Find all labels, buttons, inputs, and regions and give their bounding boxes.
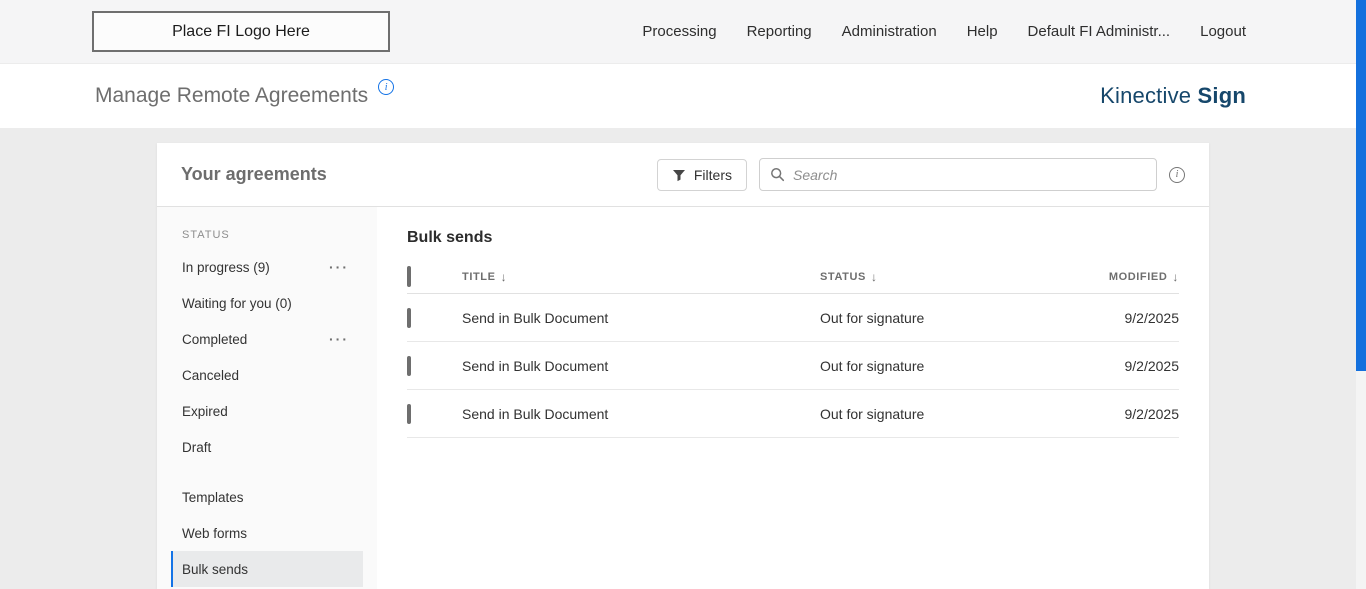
row-status: Out for signature [820,357,925,374]
column-header-status-label: STATUS [820,270,866,283]
column-header-status[interactable]: STATUS ↓ [820,270,1069,284]
row-status: Out for signature [820,309,925,326]
sidebar-item-label: Completed [182,331,248,347]
sidebar-item-label: Waiting for you (0) [182,295,292,311]
top-nav: Place FI Logo Here Processing Reporting … [0,0,1366,64]
sidebar-item-label: Expired [182,403,228,419]
overflow-menu-icon[interactable]: ··· [329,260,349,274]
nav-item-account[interactable]: Default FI Administr... [1028,23,1171,40]
agreements-card-header: Your agreements Filters i [157,143,1209,207]
row-modified: 9/2/2025 [1124,309,1180,326]
select-all-checkbox[interactable] [407,265,411,287]
column-header-title-label: TITLE [462,270,496,283]
sort-descending-icon: ↓ [1172,269,1179,284]
page-title-info-icon[interactable]: i [378,79,395,95]
table-row[interactable]: Send in Bulk Document Out for signature … [407,390,1179,438]
sidebar-item-label: Bulk sends [182,561,249,577]
row-checkbox-cell [407,355,462,376]
sidebar-item-label: Web forms [182,525,248,541]
fi-logo-placeholder: Place FI Logo Here [92,11,390,52]
bulk-sends-panel: Bulk sends TITLE ↓ STATUS ↓ MODIFIED ↓ S… [377,207,1209,589]
sort-descending-icon: ↓ [870,269,878,284]
page-title: Manage Remote Agreements [95,84,369,107]
status-sidebar: STATUS In progress (9) ··· Waiting for y… [157,207,377,589]
filter-icon [672,168,686,182]
sidebar-item-web-forms[interactable]: Web forms [157,515,377,551]
row-checkbox[interactable] [407,307,411,328]
search-icon [770,167,785,182]
row-title: Send in Bulk Document [462,405,609,422]
row-checkbox-cell [407,403,462,424]
sidebar-item-in-progress[interactable]: In progress (9) ··· [157,249,377,285]
brand-name: Kinective [1100,83,1192,108]
row-title: Send in Bulk Document [462,357,609,374]
sidebar-group-divider [157,465,377,479]
sidebar-item-bulk-sends[interactable]: Bulk sends [171,551,363,587]
fi-logo-placeholder-text: Place FI Logo Here [172,22,310,40]
filters-button[interactable]: Filters [656,158,747,191]
column-header-modified-label: MODIFIED [1108,270,1168,283]
search-input[interactable] [793,166,1146,183]
header-controls: Filters i [656,158,1185,191]
row-title: Send in Bulk Document [462,309,609,326]
nav-item-logout[interactable]: Logout [1200,23,1246,40]
overflow-menu-icon[interactable]: ··· [329,332,349,346]
sort-descending-icon: ↓ [500,269,508,284]
top-nav-items: Processing Reporting Administration Help… [642,23,1246,40]
nav-item-processing[interactable]: Processing [642,23,716,40]
select-all-cell [407,265,462,287]
agreements-title: Your agreements [181,164,327,184]
table-info-icon[interactable]: i [1169,166,1185,183]
sidebar-item-canceled[interactable]: Canceled [157,357,377,393]
scrollbar-track[interactable] [1356,0,1366,589]
sidebar-item-templates[interactable]: Templates [157,479,377,515]
sidebar-item-label: Canceled [182,367,240,383]
table-header-row: TITLE ↓ STATUS ↓ MODIFIED ↓ [407,260,1179,294]
brand-logo: Kinective Sign [1100,83,1246,109]
agreements-card-body: STATUS In progress (9) ··· Waiting for y… [157,207,1209,589]
sidebar-item-completed[interactable]: Completed ··· [157,321,377,357]
content-area: Your agreements Filters i [0,128,1366,589]
status-section-label: STATUS [182,229,230,241]
sidebar-item-waiting-for-you[interactable]: Waiting for you (0) [157,285,377,321]
row-modified: 9/2/2025 [1124,405,1180,422]
column-header-modified[interactable]: MODIFIED ↓ [1069,270,1179,284]
sidebar-item-label: Draft [182,439,212,455]
agreements-card: Your agreements Filters i [157,143,1209,589]
sidebar-item-label: In progress (9) [182,259,270,275]
brand-product: Sign [1197,83,1246,108]
table-row[interactable]: Send in Bulk Document Out for signature … [407,294,1179,342]
nav-item-reporting[interactable]: Reporting [747,23,812,40]
nav-item-help[interactable]: Help [967,23,998,40]
row-checkbox[interactable] [407,403,411,424]
row-status: Out for signature [820,405,925,422]
bulk-sends-heading: Bulk sends [407,229,493,246]
sidebar-item-expired[interactable]: Expired [157,393,377,429]
scrollbar-thumb[interactable] [1356,0,1366,371]
column-header-title[interactable]: TITLE ↓ [462,270,820,284]
sidebar-item-draft[interactable]: Draft [157,429,377,465]
search-box [759,158,1157,191]
table-row[interactable]: Send in Bulk Document Out for signature … [407,342,1179,390]
page-header: Manage Remote Agreements i Kinective Sig… [0,64,1366,128]
row-checkbox[interactable] [407,355,411,376]
nav-item-administration[interactable]: Administration [842,23,937,40]
filters-button-label: Filters [693,166,732,183]
row-checkbox-cell [407,307,462,328]
sidebar-item-label: Templates [182,489,244,505]
row-modified: 9/2/2025 [1124,357,1180,374]
